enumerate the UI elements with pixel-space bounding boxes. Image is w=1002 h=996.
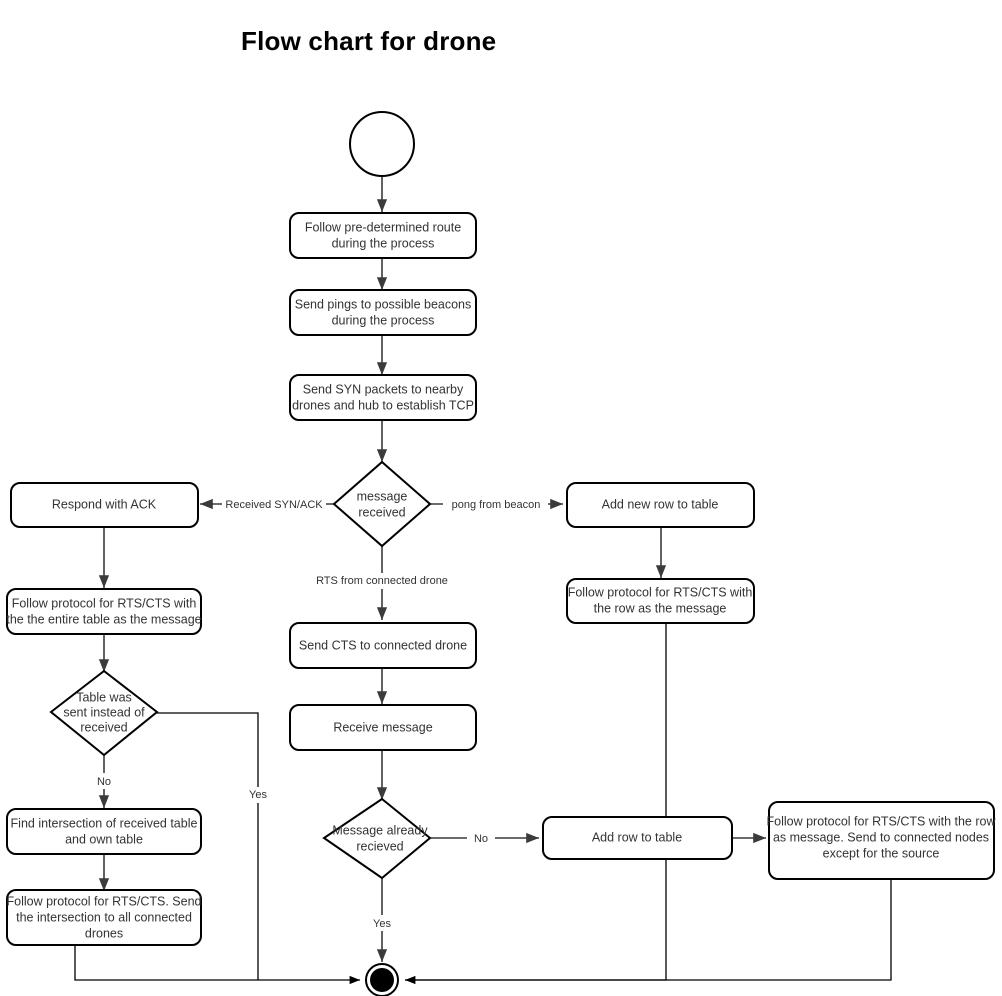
edge-label-rts-from-connected-drone: RTS from connected drone xyxy=(316,575,448,587)
node-receive-message-label: Receive message xyxy=(333,720,432,734)
flowchart-canvas: Flow chart for drone Follow pre-determin… xyxy=(0,0,1002,996)
node-send-intersection-line1: Follow protocol for RTS/CTS. Send xyxy=(7,894,202,908)
node-add-row-label: Add row to table xyxy=(592,830,682,844)
node-send-syn-line2: drones and hub to establish TCP xyxy=(292,398,474,412)
node-table-sent-decision: Table was sent instead of received xyxy=(49,669,159,757)
edge-label-table-sent-no: No xyxy=(97,776,111,788)
edge-label-already-received-yes: Yes xyxy=(373,918,391,930)
node-send-intersection-line3: drones xyxy=(85,926,123,940)
node-end xyxy=(365,963,399,996)
edge-label-already-received-no: No xyxy=(474,833,488,845)
node-send-intersection: Follow protocol for RTS/CTS. Send the in… xyxy=(6,889,202,946)
edge-protocol-row-to-end xyxy=(405,622,667,985)
node-already-received-line2: recieved xyxy=(356,839,403,853)
node-follow-route-line2: during the process xyxy=(332,236,435,250)
node-respond-with-ack-label: Respond with ACK xyxy=(52,497,157,511)
node-send-cts-label: Send CTS to connected drone xyxy=(299,638,467,652)
node-send-cts: Send CTS to connected drone xyxy=(289,622,477,669)
node-protocol-entire-table-line1: Follow protocol for RTS/CTS with xyxy=(12,596,197,610)
node-already-received-decision: Message already recieved xyxy=(322,797,432,880)
node-message-received: message received xyxy=(332,460,432,548)
node-send-intersection-line2: the intersection to all connected xyxy=(16,910,192,924)
node-find-intersection-line2: and own table xyxy=(65,832,143,846)
node-start xyxy=(349,111,415,177)
node-follow-route: Follow pre-determined route during the p… xyxy=(289,212,477,259)
node-respond-with-ack: Respond with ACK xyxy=(10,482,199,528)
node-send-syn-line1: Send SYN packets to nearby xyxy=(303,382,464,396)
node-add-row: Add row to table xyxy=(542,816,733,860)
node-send-syn: Send SYN packets to nearby drones and hu… xyxy=(289,374,477,421)
node-protocol-forward-line1: Follow protocol for RTS/CTS with the row xyxy=(766,814,996,828)
node-send-pings-line1: Send pings to possible beacons xyxy=(295,297,472,311)
flowchart-svg: Follow pre-determined route during the p… xyxy=(6,111,996,996)
node-table-sent-line3: received xyxy=(80,720,127,734)
edge-label-pong-from-beacon: pong from beacon xyxy=(452,499,541,511)
node-protocol-entire-table: Follow protocol for RTS/CTS with the the… xyxy=(6,588,202,635)
node-add-new-row-label: Add new row to table xyxy=(602,497,719,511)
edge-label-received-syn-ack: Received SYN/ACK xyxy=(225,499,323,511)
edge-protocol-forward-to-end xyxy=(405,879,892,981)
node-protocol-row: Follow protocol for RTS/CTS with the row… xyxy=(566,578,755,624)
node-find-intersection: Find intersection of received table and … xyxy=(6,808,202,855)
node-protocol-forward: Follow protocol for RTS/CTS with the row… xyxy=(766,801,996,880)
node-protocol-entire-table-line2: the the entire table as the message xyxy=(6,612,201,626)
edge-label-table-sent-yes: Yes xyxy=(249,789,267,801)
node-send-pings: Send pings to possible beacons during th… xyxy=(289,289,477,336)
node-protocol-forward-line2: as message. Send to connected nodes xyxy=(773,830,989,844)
node-add-new-row: Add new row to table xyxy=(566,482,755,528)
node-protocol-row-line1: Follow protocol for RTS/CTS with xyxy=(568,585,753,599)
node-table-sent-line1: Table was xyxy=(76,690,132,704)
node-receive-message: Receive message xyxy=(289,704,477,751)
node-protocol-forward-line3: except for the source xyxy=(823,846,940,860)
node-send-pings-line2: during the process xyxy=(332,313,435,327)
edge-send-intersection-to-end xyxy=(74,945,360,985)
node-follow-route-line1: Follow pre-determined route xyxy=(305,220,461,234)
node-message-received-line1: message xyxy=(357,489,408,503)
node-protocol-row-line2: the row as the message xyxy=(594,601,727,615)
node-table-sent-line2: sent instead of xyxy=(63,705,145,719)
node-message-received-line2: received xyxy=(358,505,405,519)
node-find-intersection-line1: Find intersection of received table xyxy=(11,816,198,830)
node-already-received-line1: Message already xyxy=(332,823,428,837)
